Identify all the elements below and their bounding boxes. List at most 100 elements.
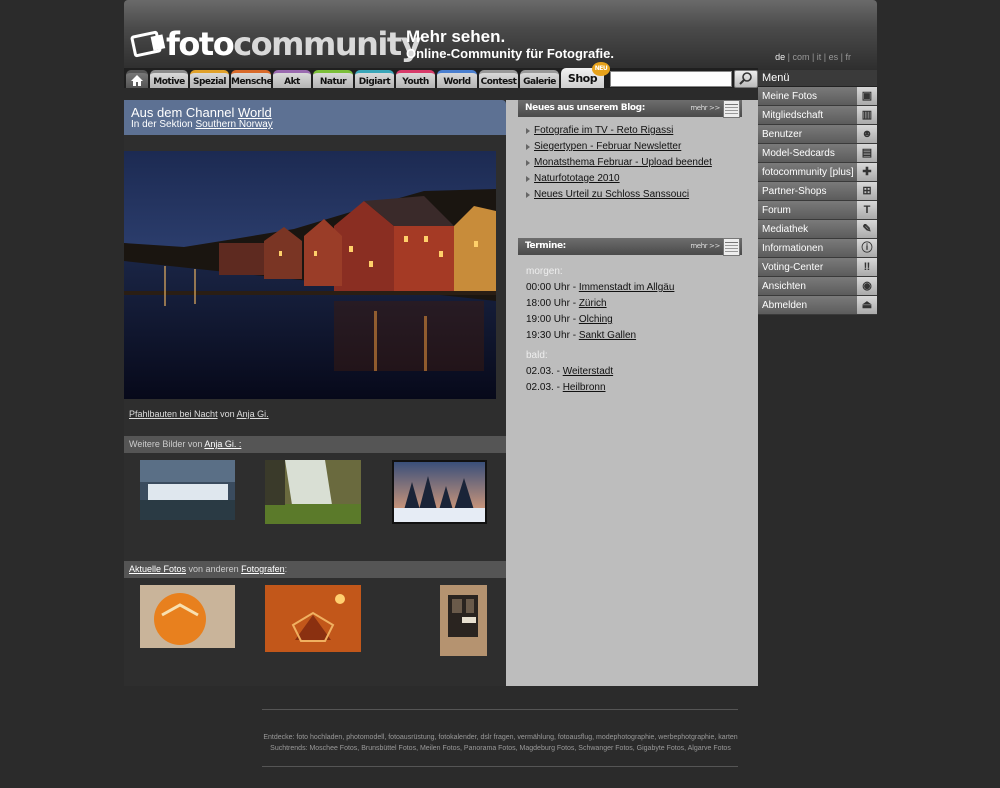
menu-item-ansichten[interactable]: Ansichten ◉ [758,277,877,296]
lang-de[interactable]: de [775,52,785,62]
termine-soon-label: bald: [526,350,548,361]
tab-contest[interactable]: Contest [479,70,518,88]
event-place-link[interactable]: Zürich [579,298,607,309]
tab-menschen[interactable]: Menschen [231,70,279,88]
event-row: 02.03. - Weiterstadt [526,366,613,377]
featured-photo[interactable] [124,151,496,399]
lang-fr[interactable]: fr [846,52,852,62]
menu-item-label: Model-Sedcards [762,148,835,159]
camera-icon: ▣ [857,87,877,105]
event-row: 19:30 Uhr - Sankt Gallen [526,330,636,341]
users-icon: ☻ [857,125,877,143]
left-column: Aus dem Channel World In der Sektion Sou… [124,100,506,686]
menu-item-label: Abmelden [762,300,808,311]
tab-akt[interactable]: Akt [273,70,311,88]
menu-item-partner-shops[interactable]: Partner-Shops ⊞ [758,182,877,201]
tab-home[interactable] [126,70,148,88]
channel-link[interactable]: World [238,105,272,120]
menu-item-mitgliedschaft[interactable]: Mitgliedschaft ▥ [758,106,877,125]
event-place-link[interactable]: Immenstadt im Allgäu [579,282,675,293]
bullet-icon [526,192,530,198]
sedcard-icon: ▤ [857,144,877,162]
photo-title-link[interactable]: Pfahlbauten bei Nacht [129,409,218,419]
tab-shop[interactable]: Shop NEU [561,62,610,88]
footer-divider-bottom [262,766,738,767]
event-row: 02.03. - Heilbronn [526,382,606,393]
menu-item-fotocommunity-plus[interactable]: fotocommunity [plus] ✚ [758,163,877,182]
logo-text-community: community [233,25,421,63]
tab-spezial[interactable]: Spezial [190,70,229,88]
event-time: 19:30 Uhr - [526,330,577,341]
blog-item-2[interactable]: Siegertypen - Februar Newsletter [534,141,681,152]
photographers-link[interactable]: Fotografen [241,564,285,574]
calendar-icon [723,238,740,256]
blog-more-link[interactable]: mehr >> [690,100,720,117]
thumbnail-waterfall-image [140,460,235,520]
blog-item-3[interactable]: Monatsthema Februar - Upload beendet [534,157,712,168]
termine-more-link[interactable]: mehr >> [690,238,720,255]
menu-item-label: Meine Fotos [762,91,818,102]
photo-author-link[interactable]: Anja Gi. [237,409,269,419]
thumbnail-waterfall[interactable] [140,460,235,520]
event-time: 18:00 Uhr - [526,298,577,309]
tab-natur[interactable]: Natur [313,70,353,88]
channel-prefix: Aus dem Channel [131,105,235,120]
lang-com[interactable]: com [792,52,809,62]
tab-world[interactable]: World [437,70,477,88]
thumbnail-falls-image [265,460,361,524]
blog-item-4[interactable]: Naturfototage 2010 [534,173,620,184]
termine-header: Termine: mehr >> [518,238,742,256]
menu-item-voting-center[interactable]: Voting-Center ‼ [758,258,877,277]
thumbnail-falls[interactable] [265,460,361,524]
menu-item-benutzer[interactable]: Benutzer ☻ [758,125,877,144]
plus-icon: ✚ [857,163,877,181]
menu-item-informationen[interactable]: Informationen ⓘ [758,239,877,258]
recent-photos-link[interactable]: Aktuelle Fotos [129,564,186,574]
tab-motive[interactable]: Motive [150,70,188,88]
thumbnail-orange[interactable] [140,585,235,648]
home-icon [131,75,143,86]
search-button[interactable] [734,70,758,88]
search-input[interactable] [610,71,732,87]
footer-search-trends: Suchtrends: Moschee Fotos, Brunsbüttel F… [270,745,731,752]
blog-item-5[interactable]: Neues Urteil zu Schloss Sanssouci [534,189,689,200]
event-place-link[interactable]: Heilbronn [563,382,606,393]
event-row: 00:00 Uhr - Immenstadt im Allgäu [526,282,674,293]
thumbnail-winter-forest[interactable] [392,460,487,524]
thumbnail-window-image [440,585,487,656]
menu-item-forum[interactable]: Forum T [758,201,877,220]
blog-item-1[interactable]: Fotografie im TV - Reto Rigassi [534,125,673,136]
bullet-icon [526,128,530,134]
thumbnail-gift-image [265,585,361,652]
thumbnail-gift[interactable] [265,585,361,652]
menu-item-label: Informationen [762,243,824,254]
recent-photos-strip: Aktuelle Fotos von anderen Fotografen: [124,561,506,578]
site-header: fotocommunity Mehr sehen. Online-Communi… [124,0,877,70]
logout-icon: ⏏ [857,296,877,314]
tab-youth[interactable]: Youth [396,70,435,88]
menu-item-abmelden[interactable]: Abmelden ⏏ [758,296,877,315]
event-place-link[interactable]: Weiterstadt [563,366,613,377]
lang-it[interactable]: it [817,52,822,62]
tab-shop-label: Shop [567,72,598,85]
more-by-author-link[interactable]: Anja Gi. : [204,439,241,449]
slogan-line-1: Mehr sehen. [406,27,506,46]
menu-item-label: Mitgliedschaft [762,110,824,121]
blog-icon [723,100,740,118]
menu-item-model-sedcards[interactable]: Model-Sedcards ▤ [758,144,877,163]
side-menu: Menü Meine Fotos ▣ Mitgliedschaft ▥ Benutz… [758,70,877,315]
thumbnail-window[interactable] [440,585,487,656]
event-place-link[interactable]: Sankt Gallen [579,330,636,341]
section-link[interactable]: Southern Norway [196,119,273,130]
menu-item-mediathek[interactable]: Mediathek ✎ [758,220,877,239]
menu-item-label: Benutzer [762,129,803,140]
info-icon: ⓘ [857,239,877,257]
new-badge: NEU [592,62,610,76]
termine-title: Termine: [525,241,566,251]
menu-item-meine-fotos[interactable]: Meine Fotos ▣ [758,87,877,106]
event-place-link[interactable]: Olching [579,314,613,325]
lang-es[interactable]: es [829,52,839,62]
tab-galerie[interactable]: Galerie [520,70,559,88]
site-logo[interactable]: fotocommunity [130,25,422,63]
tab-digiart[interactable]: Digiart [355,70,394,88]
